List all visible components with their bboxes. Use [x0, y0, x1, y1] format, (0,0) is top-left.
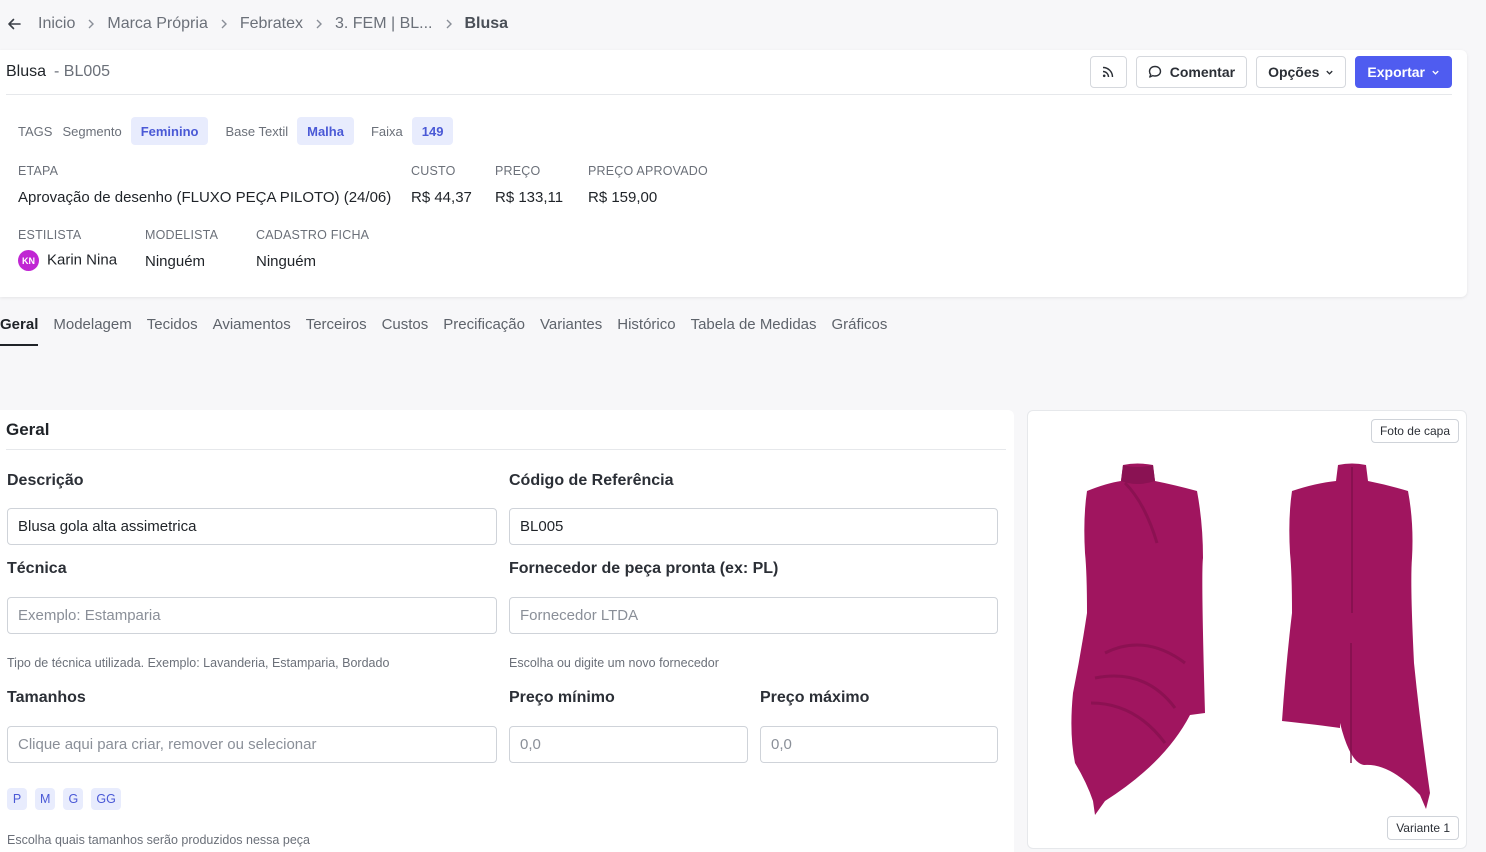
cadastro-field: CADASTRO FICHA Ninguém	[256, 228, 369, 270]
codigo-input[interactable]	[509, 508, 998, 545]
descricao-label: Descrição	[7, 472, 84, 489]
tab-custos[interactable]: Custos	[382, 316, 429, 346]
chevron-down-icon	[1431, 68, 1440, 77]
product-code: - BL005	[54, 63, 111, 80]
tamanhos-label: Tamanhos	[7, 689, 86, 706]
preco-field: PREÇO R$ 133,11	[495, 164, 563, 206]
title-row: Blusa - BL005 Comentar Opções Exportar	[6, 50, 1452, 95]
chevron-right-icon	[444, 19, 454, 29]
cover-photo-button[interactable]: Foto de capa	[1370, 419, 1459, 443]
tab-modelagem[interactable]: Modelagem	[53, 316, 131, 346]
preco-minimo-input[interactable]	[509, 726, 748, 763]
size-chip-p[interactable]: P	[7, 788, 27, 810]
preco-aprovado-value: R$ 159,00	[588, 189, 658, 206]
fornecedor-help: Escolha ou digite um novo fornecedor	[509, 656, 719, 670]
back-arrow-icon[interactable]	[2, 12, 26, 36]
etapa-field: ETAPA Aprovação de desenho (FLUXO PEÇA P…	[18, 164, 391, 206]
tab-aviamentos[interactable]: Aviamentos	[213, 316, 291, 346]
codigo-label: Código de Referência	[509, 472, 674, 489]
tab-tecidos[interactable]: Tecidos	[147, 316, 198, 346]
custo-label: CUSTO	[411, 164, 456, 178]
chevron-right-icon	[219, 19, 229, 29]
section-title: Geral	[6, 410, 1006, 450]
estilista-name: Karin Nina	[47, 251, 118, 269]
rss-icon	[1103, 66, 1114, 78]
etapa-label: ETAPA	[18, 164, 59, 178]
breadcrumb-collection[interactable]: 3. FEM | BL...	[335, 15, 433, 33]
tag-key: Segmento	[62, 123, 122, 139]
size-chip-gg[interactable]: GG	[91, 788, 121, 810]
tab-bar: Geral Modelagem Tecidos Aviamentos Terce…	[0, 316, 902, 346]
comment-label: Comentar	[1169, 64, 1236, 80]
fornecedor-label: Fornecedor de peça pronta (ex: PL)	[509, 560, 779, 577]
general-form-card: Geral Descrição Código de Referência Téc…	[0, 410, 1014, 852]
options-label: Opções	[1268, 64, 1320, 80]
tab-variantes[interactable]: Variantes	[540, 316, 602, 346]
descricao-input[interactable]	[7, 508, 497, 545]
tab-precificacao[interactable]: Precificação	[443, 316, 525, 346]
product-image-card: Foto de capa Variante 1	[1027, 410, 1467, 849]
tag-value[interactable]: Malha	[297, 117, 354, 145]
breadcrumb-marca[interactable]: Marca Própria	[107, 15, 207, 33]
tab-geral[interactable]: Geral	[0, 316, 39, 346]
preco-aprovado-field: PREÇO APROVADO R$ 159,00	[588, 164, 708, 206]
custo-value: R$ 44,37	[411, 189, 472, 206]
tamanhos-input[interactable]	[7, 726, 497, 763]
tags-label: TAGS	[18, 123, 53, 139]
preco-value: R$ 133,11	[495, 189, 564, 206]
avatar: KN	[18, 250, 39, 271]
preco-maximo-input[interactable]	[760, 726, 998, 763]
cadastro-value: Ninguém	[256, 253, 317, 270]
product-header-card: Blusa - BL005 Comentar Opções Exportar T…	[0, 50, 1467, 297]
export-label: Exportar	[1367, 64, 1425, 80]
chevron-right-icon	[86, 19, 96, 29]
tab-terceiros[interactable]: Terceiros	[306, 316, 367, 346]
modelista-label: MODELISTA	[145, 228, 219, 242]
header-actions: Comentar Opções Exportar	[1089, 56, 1452, 88]
variant-label[interactable]: Variante 1	[1387, 816, 1459, 840]
comment-icon	[1148, 65, 1162, 79]
fornecedor-input[interactable]	[509, 597, 998, 634]
preco-aprovado-label: PREÇO APROVADO	[588, 164, 708, 178]
size-chip-g[interactable]: G	[63, 788, 84, 810]
breadcrumb: Inicio Marca Própria Febratex 3. FEM | B…	[0, 0, 1486, 48]
preco-minimo-label: Preço mínimo	[509, 689, 615, 706]
tag-value[interactable]: Feminino	[130, 117, 209, 145]
estilista-label: ESTILISTA	[18, 228, 82, 242]
etapa-value: Aprovação de desenho (FLUXO PEÇA PILOTO)…	[18, 189, 392, 206]
tecnica-help: Tipo de técnica utilizada. Exemplo: Lava…	[7, 656, 390, 670]
feed-button[interactable]	[1089, 56, 1127, 88]
size-chip-m[interactable]: M	[35, 788, 56, 810]
tecnica-label: Técnica	[7, 560, 67, 577]
cadastro-label: CADASTRO FICHA	[256, 228, 370, 242]
preco-label: PREÇO	[495, 164, 541, 178]
tab-historico[interactable]: Histórico	[617, 316, 675, 346]
page-title: Blusa	[6, 63, 47, 80]
tag-key: Base Textil	[225, 123, 289, 139]
export-button[interactable]: Exportar	[1355, 56, 1452, 88]
chevron-down-icon	[1325, 68, 1334, 77]
options-button[interactable]: Opções	[1256, 56, 1347, 88]
tecnica-input[interactable]	[7, 597, 497, 634]
modelista-field: MODELISTA Ninguém	[145, 228, 218, 270]
preco-maximo-label: Preço máximo	[760, 689, 870, 706]
garment-back-image[interactable]	[1280, 463, 1432, 815]
tags-row: TAGS Segmento Feminino Base Textil Malha…	[18, 117, 470, 145]
estilista-field: ESTILISTA KN Karin Nina	[18, 228, 117, 271]
modelista-value: Ninguém	[145, 253, 206, 270]
custo-field: CUSTO R$ 44,37	[411, 164, 472, 206]
tag-value[interactable]: 149	[411, 117, 454, 145]
chevron-right-icon	[314, 19, 324, 29]
tab-graficos[interactable]: Gráficos	[832, 316, 888, 346]
estilista-value: KN Karin Nina	[18, 250, 117, 271]
garment-front-image[interactable]	[1065, 463, 1217, 815]
breadcrumb-inicio[interactable]: Inicio	[38, 15, 75, 33]
comment-button[interactable]: Comentar	[1135, 56, 1248, 88]
tamanhos-help: Escolha quais tamanhos serão produzidos …	[7, 833, 310, 847]
breadcrumb-current: Blusa	[464, 15, 509, 32]
tab-tabela-medidas[interactable]: Tabela de Medidas	[691, 316, 817, 346]
size-chips: P M G GG	[7, 788, 121, 810]
breadcrumb-febratex[interactable]: Febratex	[240, 15, 303, 33]
tag-key: Faixa	[370, 123, 403, 139]
